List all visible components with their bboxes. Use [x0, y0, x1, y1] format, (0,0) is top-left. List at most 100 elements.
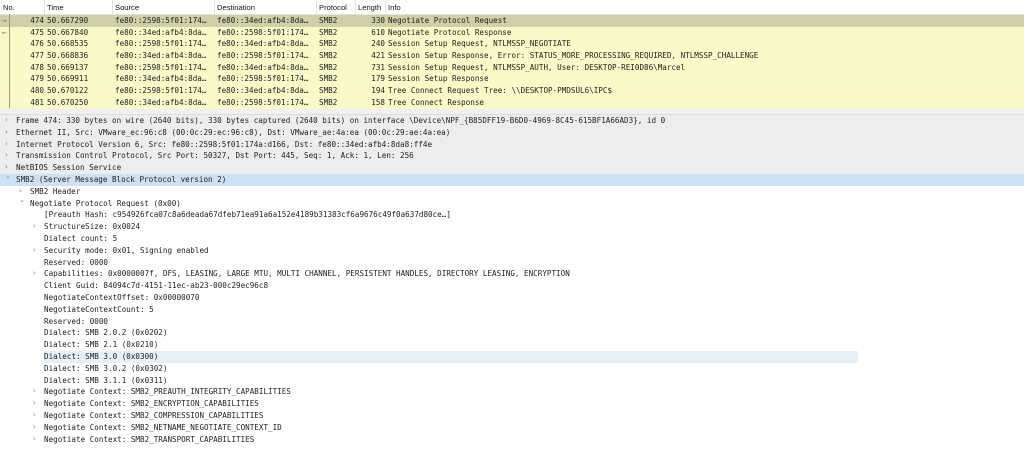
- chevron-right-icon[interactable]: ›: [33, 221, 36, 233]
- packet-length: 421: [371, 51, 385, 61]
- chevron-right-icon[interactable]: ›: [33, 245, 36, 257]
- packet-number: 480: [30, 86, 44, 96]
- chevron-right-icon[interactable]: ›: [33, 386, 36, 398]
- column-header-no[interactable]: No.: [3, 3, 15, 12]
- packet-length: 330: [371, 16, 385, 25]
- detail-tree-item[interactable]: Dialect: SMB 2.1 (0x0210): [0, 339, 1024, 351]
- detail-tree-item[interactable]: NegotiateContextOffset: 0x00000070: [0, 292, 1024, 304]
- packet-row[interactable]: 476 50.668535 fe80::2598:5f01:174… fe80::34…: [0, 38, 1024, 51]
- chevron-right-icon[interactable]: ›: [5, 115, 8, 127]
- packet-time: 50.669911: [47, 74, 89, 84]
- packet-time: 50.668836: [47, 51, 89, 61]
- detail-text: Negotiate Context: SMB2_PREAUTH_INTEGRIT…: [44, 387, 291, 397]
- detail-tree-item[interactable]: › Transmission Control Protocol, Src Port…: [0, 150, 1024, 163]
- detail-text: Reserved: 0000: [44, 316, 109, 326]
- detail-tree-item[interactable]: › Capabilities: 0x0000007f, DFS, LEASING,…: [0, 268, 1024, 280]
- detail-tree-item[interactable]: [Preauth Hash: c954926fca07c8a6deada67df…: [0, 209, 1024, 221]
- packet-destination: fe80::34ed:afb4:8da…: [217, 16, 309, 25]
- packet-number: 481: [30, 97, 44, 107]
- detail-tree-item[interactable]: Dialect: SMB 2.0.2 (0x0202): [0, 327, 1024, 339]
- packet-time: 50.670122: [47, 86, 89, 96]
- packet-destination: fe80::34ed:afb4:8da…: [217, 39, 309, 49]
- packet-number: 478: [30, 62, 44, 72]
- packet-info: Session Setup Response: [388, 74, 489, 84]
- packet-source: fe80::34ed:afb4:8da…: [115, 74, 207, 84]
- detail-tree-item[interactable]: Dialect: SMB 3.0 (0x0300): [0, 350, 1024, 363]
- detail-text: [Preauth Hash: c954926fca07c8a6deada67df…: [44, 210, 451, 220]
- packet-source: fe80::34ed:afb4:8da…: [115, 97, 207, 107]
- detail-text: NegotiateContextCount: 5: [44, 304, 154, 314]
- packet-number: 475: [30, 27, 44, 37]
- detail-tree-item[interactable]: › StructureSize: 0x0024: [0, 221, 1024, 233]
- chevron-right-icon[interactable]: ›: [5, 150, 8, 162]
- column-header-info[interactable]: Info: [388, 3, 401, 12]
- detail-tree-item[interactable]: Dialect: SMB 3.0.2 (0x0302): [0, 363, 1024, 375]
- packet-destination: fe80::2598:5f01:174…: [217, 51, 309, 61]
- detail-tree-item[interactable]: ⌄ SMB2 (Server Message Block Protocol ver…: [0, 171, 1024, 186]
- detail-text: SMB2 (Server Message Block Protocol vers…: [16, 174, 227, 184]
- chevron-right-icon[interactable]: ›: [33, 268, 36, 280]
- detail-text: StructureSize: 0x0024: [44, 222, 141, 232]
- chevron-down-icon[interactable]: ⌄: [19, 195, 25, 207]
- packet-info: Tree Connect Request Tree: \\DESKTOP-PMD…: [388, 86, 613, 96]
- packet-time: 50.667840: [47, 27, 89, 37]
- packet-protocol: SMB2: [319, 16, 338, 25]
- detail-tree-item[interactable]: › Frame 474: 330 bytes on wire (2640 bits…: [0, 115, 1024, 127]
- detail-tree-item[interactable]: Dialect count: 5: [0, 233, 1024, 245]
- detail-text: Dialect: SMB 2.0.2 (0x0202): [44, 328, 168, 338]
- detail-tree-item[interactable]: › Security mode: 0x01, Signing enabled: [0, 245, 1024, 257]
- detail-tree-item[interactable]: Dialect: SMB 3.1.1 (0x0311): [0, 375, 1024, 387]
- column-header-protocol[interactable]: Protocol: [319, 3, 347, 12]
- packet-number: 477: [30, 51, 44, 61]
- column-header-length[interactable]: Length: [358, 3, 381, 12]
- detail-tree-item[interactable]: › Negotiate Context: SMB2_TRANSPORT_CAPAB…: [0, 434, 1024, 446]
- packet-protocol: SMB2: [319, 39, 338, 49]
- chevron-right-icon[interactable]: ›: [33, 422, 36, 434]
- detail-tree-item[interactable]: Client Guid: 84094c7d-4151-11ec-ab23-000…: [0, 280, 1024, 292]
- packet-row[interactable]: 479 50.669911 fe80::34ed:afb4:8da… fe80::25…: [0, 73, 1024, 86]
- chevron-right-icon[interactable]: ›: [33, 434, 36, 446]
- detail-text: Security mode: 0x01, Signing enabled: [44, 245, 209, 255]
- chevron-down-icon[interactable]: ⌄: [5, 171, 11, 183]
- detail-tree-item[interactable]: › Ethernet II, Src: VMware_ec:96:c8 (00:0…: [0, 126, 1024, 139]
- packet-protocol: SMB2: [319, 97, 338, 107]
- detail-tree-item[interactable]: › SMB2 Header: [0, 186, 1024, 198]
- detail-text: Dialect: SMB 3.0 (0x0300): [44, 350, 859, 363]
- detail-tree-item[interactable]: › Negotiate Context: SMB2_PREAUTH_INTEGRI…: [0, 386, 1024, 398]
- packet-length: 610: [371, 27, 385, 37]
- detail-tree-item[interactable]: › Negotiate Context: SMB2_ENCRYPTION_CAPA…: [0, 398, 1024, 410]
- packet-info: Session Setup Response, Error: STATUS_MO…: [388, 51, 759, 61]
- packet-length: 158: [371, 97, 385, 107]
- column-header-time[interactable]: Time: [47, 3, 64, 12]
- detail-text: Dialect: SMB 3.1.1 (0x0311): [44, 375, 168, 385]
- detail-tree-item[interactable]: › NetBIOS Session Service: [0, 162, 1024, 174]
- detail-tree-item[interactable]: ⌄ Negotiate Protocol Request (0x00): [0, 195, 1024, 210]
- detail-tree-item[interactable]: Reserved: 0000: [0, 257, 1024, 269]
- packet-row[interactable]: 477 50.668836 fe80::34ed:afb4:8da… fe80::25…: [0, 50, 1024, 62]
- packet-info: Session Setup Request, NTLMSSP_NEGOTIATE: [388, 39, 571, 49]
- packet-row[interactable]: 481 50.670250 fe80::34ed:afb4:8da… fe80::25…: [0, 96, 1024, 109]
- packet-row[interactable]: 478 50.669137 fe80::2598:5f01:174… fe80::34…: [0, 61, 1024, 74]
- detail-tree-item[interactable]: › Negotiate Context: SMB2_COMPRESSION_CAP…: [0, 410, 1024, 422]
- detail-tree-item[interactable]: › Internet Protocol Version 6, Src: fe80:…: [0, 138, 1024, 151]
- packet-destination: fe80::2598:5f01:174…: [217, 27, 309, 37]
- column-header-destination[interactable]: Destination: [217, 3, 255, 12]
- detail-text: Transmission Control Protocol, Src Port:…: [16, 151, 414, 161]
- packet-row[interactable]: ← 475 50.667840 fe80::34ed:afb4:8da… fe80::2…: [0, 26, 1024, 39]
- detail-tree-item[interactable]: NegotiateContextCount: 5: [0, 304, 1024, 316]
- chevron-right-icon[interactable]: ›: [5, 127, 8, 139]
- chevron-right-icon[interactable]: ›: [5, 139, 8, 151]
- packet-row[interactable]: 480 50.670122 fe80::2598:5f01:174… fe80::34…: [0, 85, 1024, 97]
- packet-row[interactable]: → 474 50.667290 fe80::2598:5f01:174… fe80::3…: [0, 15, 1024, 27]
- detail-text: Negotiate Context: SMB2_TRANSPORT_CAPABI…: [44, 434, 255, 444]
- detail-tree-item[interactable]: Reserved: 0000: [0, 316, 1024, 328]
- packet-source: fe80::34ed:afb4:8da…: [115, 27, 207, 37]
- chevron-right-icon[interactable]: ›: [33, 410, 36, 422]
- detail-tree-item[interactable]: › Negotiate Context: SMB2_NETNAME_NEGOTIA…: [0, 422, 1024, 434]
- column-header-source[interactable]: Source: [115, 3, 139, 12]
- detail-text: Ethernet II, Src: VMware_ec:96:c8 (00:0c…: [16, 127, 451, 137]
- packet-time: 50.667290: [47, 16, 89, 25]
- packet-length: 179: [371, 74, 385, 84]
- chevron-right-icon[interactable]: ›: [33, 398, 36, 410]
- packet-length: 240: [371, 39, 385, 49]
